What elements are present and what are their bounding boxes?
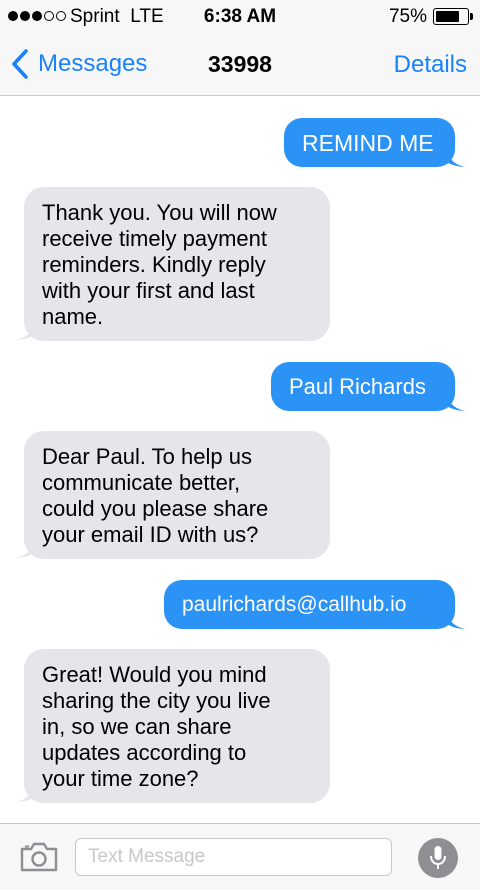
message-input-bar: Text Message	[0, 823, 480, 890]
outgoing-bubble-tail	[445, 147, 466, 167]
message-line: Thank you. You will now	[42, 200, 277, 225]
message-text: paulrichards@callhub.io	[182, 592, 407, 616]
incoming-message[interactable]: Great! Would you mind sharing the city y…	[24, 649, 330, 803]
message-line: name.	[42, 304, 104, 329]
outgoing-bubble-tail	[445, 609, 466, 629]
message-line: Great! Would you mind	[42, 662, 267, 687]
message-line: could you please share	[42, 496, 269, 521]
message-text: REMIND ME	[302, 129, 434, 156]
incoming-bubble-tail	[15, 538, 36, 558]
message-text: Paul Richards	[289, 373, 426, 399]
message-line: your time zone?	[42, 766, 199, 791]
message-line: in, so we can share	[42, 714, 232, 739]
camera-icon[interactable]	[19, 841, 59, 873]
microphone-button[interactable]	[418, 838, 458, 878]
details-button[interactable]: Details	[394, 51, 467, 79]
text-message-input[interactable]: Text Message	[75, 838, 392, 876]
message-line: receive timely payment	[42, 226, 267, 251]
battery-level-fill	[436, 11, 459, 22]
incoming-message[interactable]: Dear Paul. To help us communicate better…	[24, 431, 330, 559]
chevron-left-icon	[12, 49, 28, 79]
back-button[interactable]: Messages	[10, 48, 147, 80]
message-line: updates according to	[42, 740, 247, 765]
text-message-placeholder: Text Message	[88, 846, 206, 867]
message-line: sharing the city you live	[42, 688, 271, 713]
incoming-bubble-tail	[15, 782, 36, 802]
battery-tip	[470, 13, 473, 20]
status-bar: Sprint LTE 6:38 AM 75%	[0, 0, 480, 34]
message-line: your email ID with us?	[42, 522, 259, 547]
message-line: with your first and last	[42, 278, 255, 303]
outgoing-message[interactable]: REMIND ME	[284, 118, 455, 167]
incoming-bubble-tail	[15, 320, 36, 340]
nav-bar: Messages 33998 Details	[0, 34, 480, 96]
back-label: Messages	[38, 50, 148, 77]
battery-percent: 75%	[388, 6, 427, 27]
message-line: Dear Paul. To help us	[42, 444, 252, 469]
message-line: communicate better,	[42, 470, 241, 495]
microphone-icon	[430, 846, 446, 869]
battery-icon	[433, 8, 469, 25]
outgoing-message[interactable]: Paul Richards	[271, 362, 455, 411]
incoming-message[interactable]: Thank you. You will now receive timely p…	[24, 187, 330, 341]
outgoing-bubble-tail	[445, 391, 466, 411]
message-line: reminders. Kindly reply	[42, 252, 266, 277]
outgoing-message[interactable]: paulrichards@callhub.io	[164, 580, 455, 629]
